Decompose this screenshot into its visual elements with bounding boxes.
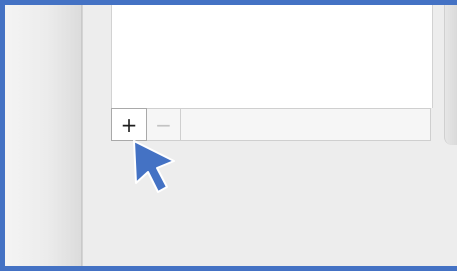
sidebar — [5, 5, 82, 266]
minus-icon: − — [155, 112, 172, 137]
list-box[interactable] — [111, 5, 433, 108]
adjacent-panel-edge — [444, 5, 457, 145]
button-bar-filler — [181, 109, 430, 140]
plus-icon: + — [120, 112, 138, 137]
mouse-pointer-icon — [133, 140, 175, 193]
highlight-frame: + − — [0, 0, 457, 271]
remove-button[interactable]: − — [147, 109, 181, 140]
